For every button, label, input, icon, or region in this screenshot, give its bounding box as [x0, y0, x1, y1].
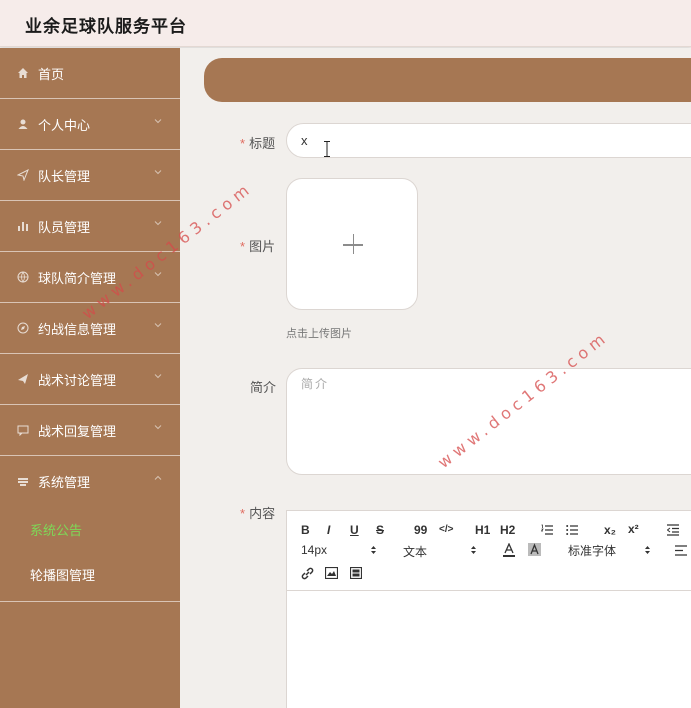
menu-icon: [16, 475, 30, 489]
superscript-button[interactable]: x²: [628, 522, 639, 536]
user-icon: [16, 117, 30, 131]
bullet-list-icon[interactable]: [566, 524, 578, 536]
page-banner: [204, 58, 691, 102]
font-size-select[interactable]: 14px: [301, 543, 327, 557]
paper-plane-icon: [16, 372, 30, 386]
image-label: * 图片: [240, 239, 276, 254]
sidebar-item-players[interactable]: 队员管理: [0, 201, 180, 252]
sidebar-item-label: 队长管理: [38, 168, 91, 184]
rich-text-editor: B I U S 99 </> H1 H2 x₂ x² 14px 文本 标准字体: [286, 510, 691, 708]
blockquote-button[interactable]: 99: [414, 523, 427, 537]
chevron-down-icon: [154, 323, 162, 328]
title-label: * 标题: [240, 136, 276, 151]
sidebar-item-label: 首页: [38, 66, 65, 82]
home-icon: [16, 66, 30, 80]
sidebar-item-captain[interactable]: 队长管理: [0, 150, 180, 201]
link-icon[interactable]: [301, 567, 314, 580]
upload-hint: 点击上传图片: [286, 328, 352, 340]
compass-icon: [16, 321, 30, 335]
sidebar-subitem-carousel[interactable]: 轮播图管理: [0, 552, 180, 597]
send-icon: [16, 168, 30, 182]
h2-button[interactable]: H2: [500, 523, 515, 537]
indent-icon[interactable]: [667, 524, 679, 536]
title-input[interactable]: x: [286, 123, 691, 158]
sidebar-item-tactics-reply[interactable]: 战术回复管理: [0, 405, 180, 456]
chevron-down-icon: [154, 425, 162, 430]
system-submenu: 系统公告 轮播图管理: [0, 507, 180, 602]
sidebar-item-label: 战术回复管理: [38, 423, 117, 439]
editor-toolbar: B I U S 99 </> H1 H2 x₂ x² 14px 文本 标准字体: [287, 511, 691, 591]
top-header: 业余足球队服务平台: [0, 0, 691, 47]
select-arrows-icon: [371, 546, 376, 554]
sidebar-item-label: 队员管理: [38, 219, 91, 235]
sidebar-subitem-announcement[interactable]: 系统公告: [0, 507, 180, 552]
sidebar-item-label: 约战信息管理: [38, 321, 117, 337]
bar-chart-icon: [16, 219, 30, 233]
sidebar-item-home[interactable]: 首页: [0, 48, 180, 99]
sidebar-item-tactics-discussion[interactable]: 战术讨论管理: [0, 354, 180, 405]
code-button[interactable]: </>: [439, 524, 453, 535]
sidebar-item-label: 战术讨论管理: [38, 372, 117, 388]
bold-button[interactable]: B: [301, 523, 310, 537]
chevron-down-icon: [154, 119, 162, 124]
text-style-select[interactable]: 文本: [403, 543, 427, 560]
select-arrows-icon: [471, 546, 476, 554]
content-label: * 内容: [240, 506, 276, 521]
sidebar-item-system[interactable]: 系统管理: [0, 456, 180, 507]
h1-button[interactable]: H1: [475, 523, 490, 537]
intro-placeholder: 简介: [301, 377, 330, 391]
text-cursor-icon: [324, 141, 330, 157]
image-upload-button[interactable]: [286, 178, 418, 310]
chevron-down-icon: [154, 374, 162, 379]
image-icon[interactable]: [325, 567, 338, 579]
chevron-down-icon: [154, 221, 162, 226]
sidebar-item-profile[interactable]: 个人中心: [0, 99, 180, 150]
align-icon[interactable]: [675, 545, 687, 556]
chevron-down-icon: [154, 170, 162, 175]
font-color-icon[interactable]: [503, 543, 515, 557]
italic-button[interactable]: I: [327, 523, 330, 537]
underline-button[interactable]: U: [350, 523, 359, 537]
globe-icon: [16, 270, 30, 284]
subscript-button[interactable]: x₂: [604, 523, 616, 537]
chevron-up-icon: [154, 475, 162, 480]
intro-label: 简介: [250, 380, 277, 395]
font-family-select[interactable]: 标准字体: [568, 542, 616, 559]
title-input-value: x: [301, 133, 308, 148]
background-color-icon[interactable]: [528, 543, 541, 556]
message-icon: [16, 423, 30, 437]
sidebar-item-label: 球队简介管理: [38, 270, 117, 286]
sidebar-item-label: 系统管理: [38, 475, 91, 490]
select-arrows-icon: [645, 546, 650, 554]
ordered-list-icon[interactable]: [541, 524, 553, 536]
app-title: 业余足球队服务平台: [25, 17, 187, 36]
sidebar: 首页 个人中心 队长管理 队员管理 球队简介管理 约战信息管理 战术讨论管理 战…: [0, 48, 180, 708]
sidebar-item-label: 个人中心: [38, 117, 91, 133]
strike-button[interactable]: S: [376, 523, 384, 537]
video-icon[interactable]: [350, 567, 362, 579]
